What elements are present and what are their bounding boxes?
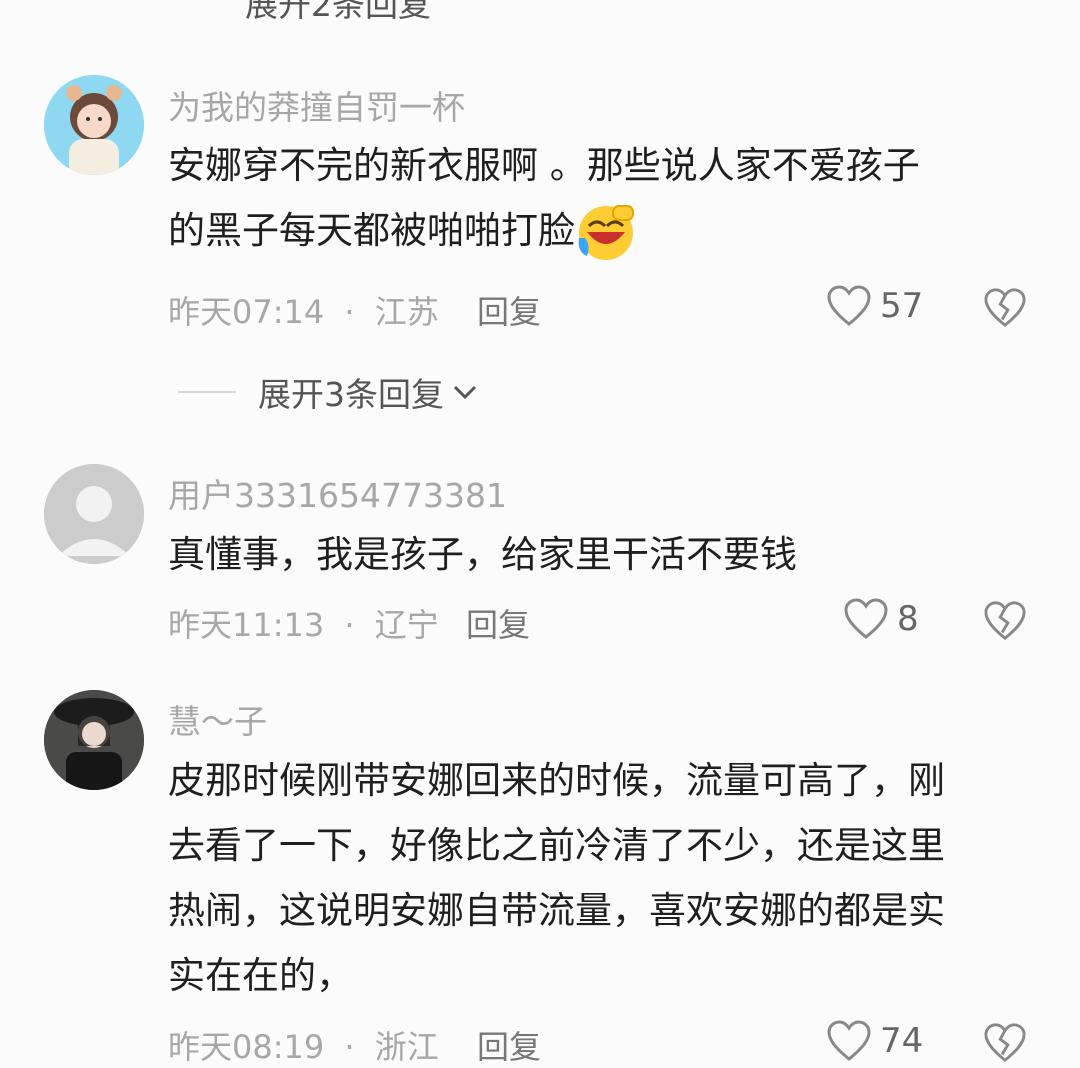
comment-meta: 昨天08:19 · 浙江 <box>168 1022 439 1068</box>
like-button[interactable]: 57 <box>826 284 923 328</box>
comment-line: 皮那时候刚带安娜回来的时候，流量可高了，刚 <box>168 759 945 802</box>
timestamp: 昨天11:13 <box>168 606 325 644</box>
like-button[interactable]: 74 <box>826 1019 923 1063</box>
comment-text: 皮那时候刚带安娜回来的时候，流量可高了，刚 去看了一下，好像比之前冷清了不少，还… <box>168 748 1038 1008</box>
expand-replies[interactable]: 展开3条回复 <box>178 368 480 416</box>
timestamp: 昨天08:19 <box>168 1028 325 1066</box>
separator: · <box>344 606 355 644</box>
like-count: 57 <box>880 286 924 326</box>
timestamp: 昨天07:14 <box>168 293 325 331</box>
laughing-crying-face-icon <box>577 204 635 262</box>
username[interactable]: 为我的莽撞自罚一杯 <box>168 81 465 129</box>
expand-label: 展开3条回复 <box>258 375 444 414</box>
like-button[interactable]: 8 <box>843 597 919 641</box>
heart-icon <box>827 285 871 326</box>
comment-line: 的黑子每天都被啪啪打脸 <box>168 198 1038 263</box>
divider <box>178 391 236 393</box>
comment-line: 安娜穿不完的新衣服啊 。那些说人家不爱孩子 <box>168 144 920 187</box>
avatar[interactable] <box>44 690 144 790</box>
username[interactable]: 慧～子 <box>168 695 267 743</box>
comment-meta: 昨天07:14 · 江苏 <box>168 287 439 333</box>
like-count: 74 <box>880 1021 924 1061</box>
reply-button[interactable]: 回复 <box>477 1022 541 1068</box>
comment-text: 安娜穿不完的新衣服啊 。那些说人家不爱孩子 的黑子每天都被啪啪打脸 <box>168 133 1038 263</box>
separator: · <box>344 1028 355 1066</box>
dislike-button[interactable] <box>983 1022 1027 1066</box>
comment-meta: 昨天11:13 · 辽宁 <box>168 600 439 646</box>
location: 辽宁 <box>374 606 439 644</box>
comment-line: 去看了一下，好像比之前冷清了不少，还是这里 <box>168 824 945 867</box>
broken-heart-icon <box>984 288 1026 328</box>
separator: · <box>344 293 355 331</box>
comment-text: 真懂事，我是孩子，给家里干活不要钱 <box>168 533 797 576</box>
dislike-button[interactable] <box>983 600 1027 644</box>
location: 江苏 <box>374 293 439 331</box>
avatar[interactable] <box>44 75 144 175</box>
broken-heart-icon <box>984 601 1026 641</box>
heart-icon <box>827 1020 871 1061</box>
comment-line-text: 的黑子每天都被啪啪打脸 <box>168 209 575 252</box>
dislike-button[interactable] <box>983 287 1027 331</box>
location: 浙江 <box>374 1028 439 1066</box>
comment-line: 实在在的， <box>168 954 353 997</box>
top-expand-replies[interactable]: 展开2条回复 <box>245 0 431 26</box>
chevron-down-icon <box>453 385 477 400</box>
comment-line: 热闹，这说明安娜自带流量，喜欢安娜的都是实 <box>168 889 945 932</box>
avatar[interactable] <box>44 464 144 564</box>
username[interactable]: 用户3331654773381 <box>168 469 507 517</box>
reply-button[interactable]: 回复 <box>477 287 541 333</box>
heart-icon <box>844 598 888 639</box>
reply-button[interactable]: 回复 <box>466 600 530 646</box>
broken-heart-icon <box>984 1023 1026 1063</box>
like-count: 8 <box>897 599 919 639</box>
expand-label: 展开2条回复 <box>245 0 431 24</box>
